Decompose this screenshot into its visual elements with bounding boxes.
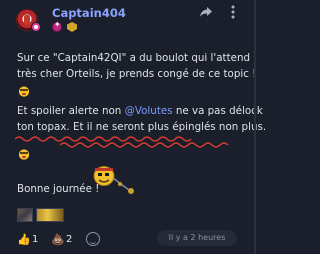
image-thumbnail[interactable] <box>17 208 33 222</box>
avatar-badge-icon <box>31 22 41 32</box>
image-thumbnail-2[interactable] <box>36 208 64 222</box>
thumbs-up-icon[interactable]: 👍 <box>17 233 31 246</box>
scrollbar[interactable] <box>254 0 256 254</box>
sad-emoji-icon-2 <box>17 148 31 160</box>
message-line-2: très cher Orteils, je prends congé de ce… <box>17 68 257 80</box>
author-name[interactable]: Captain404 <box>52 6 126 20</box>
mention-link[interactable]: @Volutes <box>125 105 173 117</box>
more-vertical-icon[interactable] <box>231 5 239 21</box>
red-underline-squiggle-2 <box>60 142 229 148</box>
closing-line: Bonne journée ! <box>17 183 100 195</box>
message-line-3: Et spoiler alerte non @Volutes ne va pas… <box>17 103 263 119</box>
spoiler-prefix: Et spoiler alerte non <box>17 105 125 117</box>
rank-badge-icon <box>52 20 62 32</box>
message-line-1: Sur ce "Captain42QI" a du boulot qui l'a… <box>17 52 251 64</box>
sad-emoji-icon <box>17 85 31 97</box>
share-icon[interactable] <box>199 6 213 20</box>
add-reaction-icon[interactable] <box>86 232 100 246</box>
spoiler-suffix: ne va pas délock <box>172 105 263 117</box>
reaction-count-2: 2 <box>66 234 73 245</box>
gold-badge-icon <box>67 22 77 32</box>
post-card: Captain404 Sur ce "Captain42QI" a du bou… <box>0 0 266 254</box>
message-line-4: ton topax. Et il ne seront plus épinglés… <box>17 121 267 133</box>
timestamp: Il y a 2 heures <box>157 230 237 246</box>
reaction-count: 1 <box>32 234 39 245</box>
poop-icon[interactable]: 💩 <box>51 233 65 246</box>
